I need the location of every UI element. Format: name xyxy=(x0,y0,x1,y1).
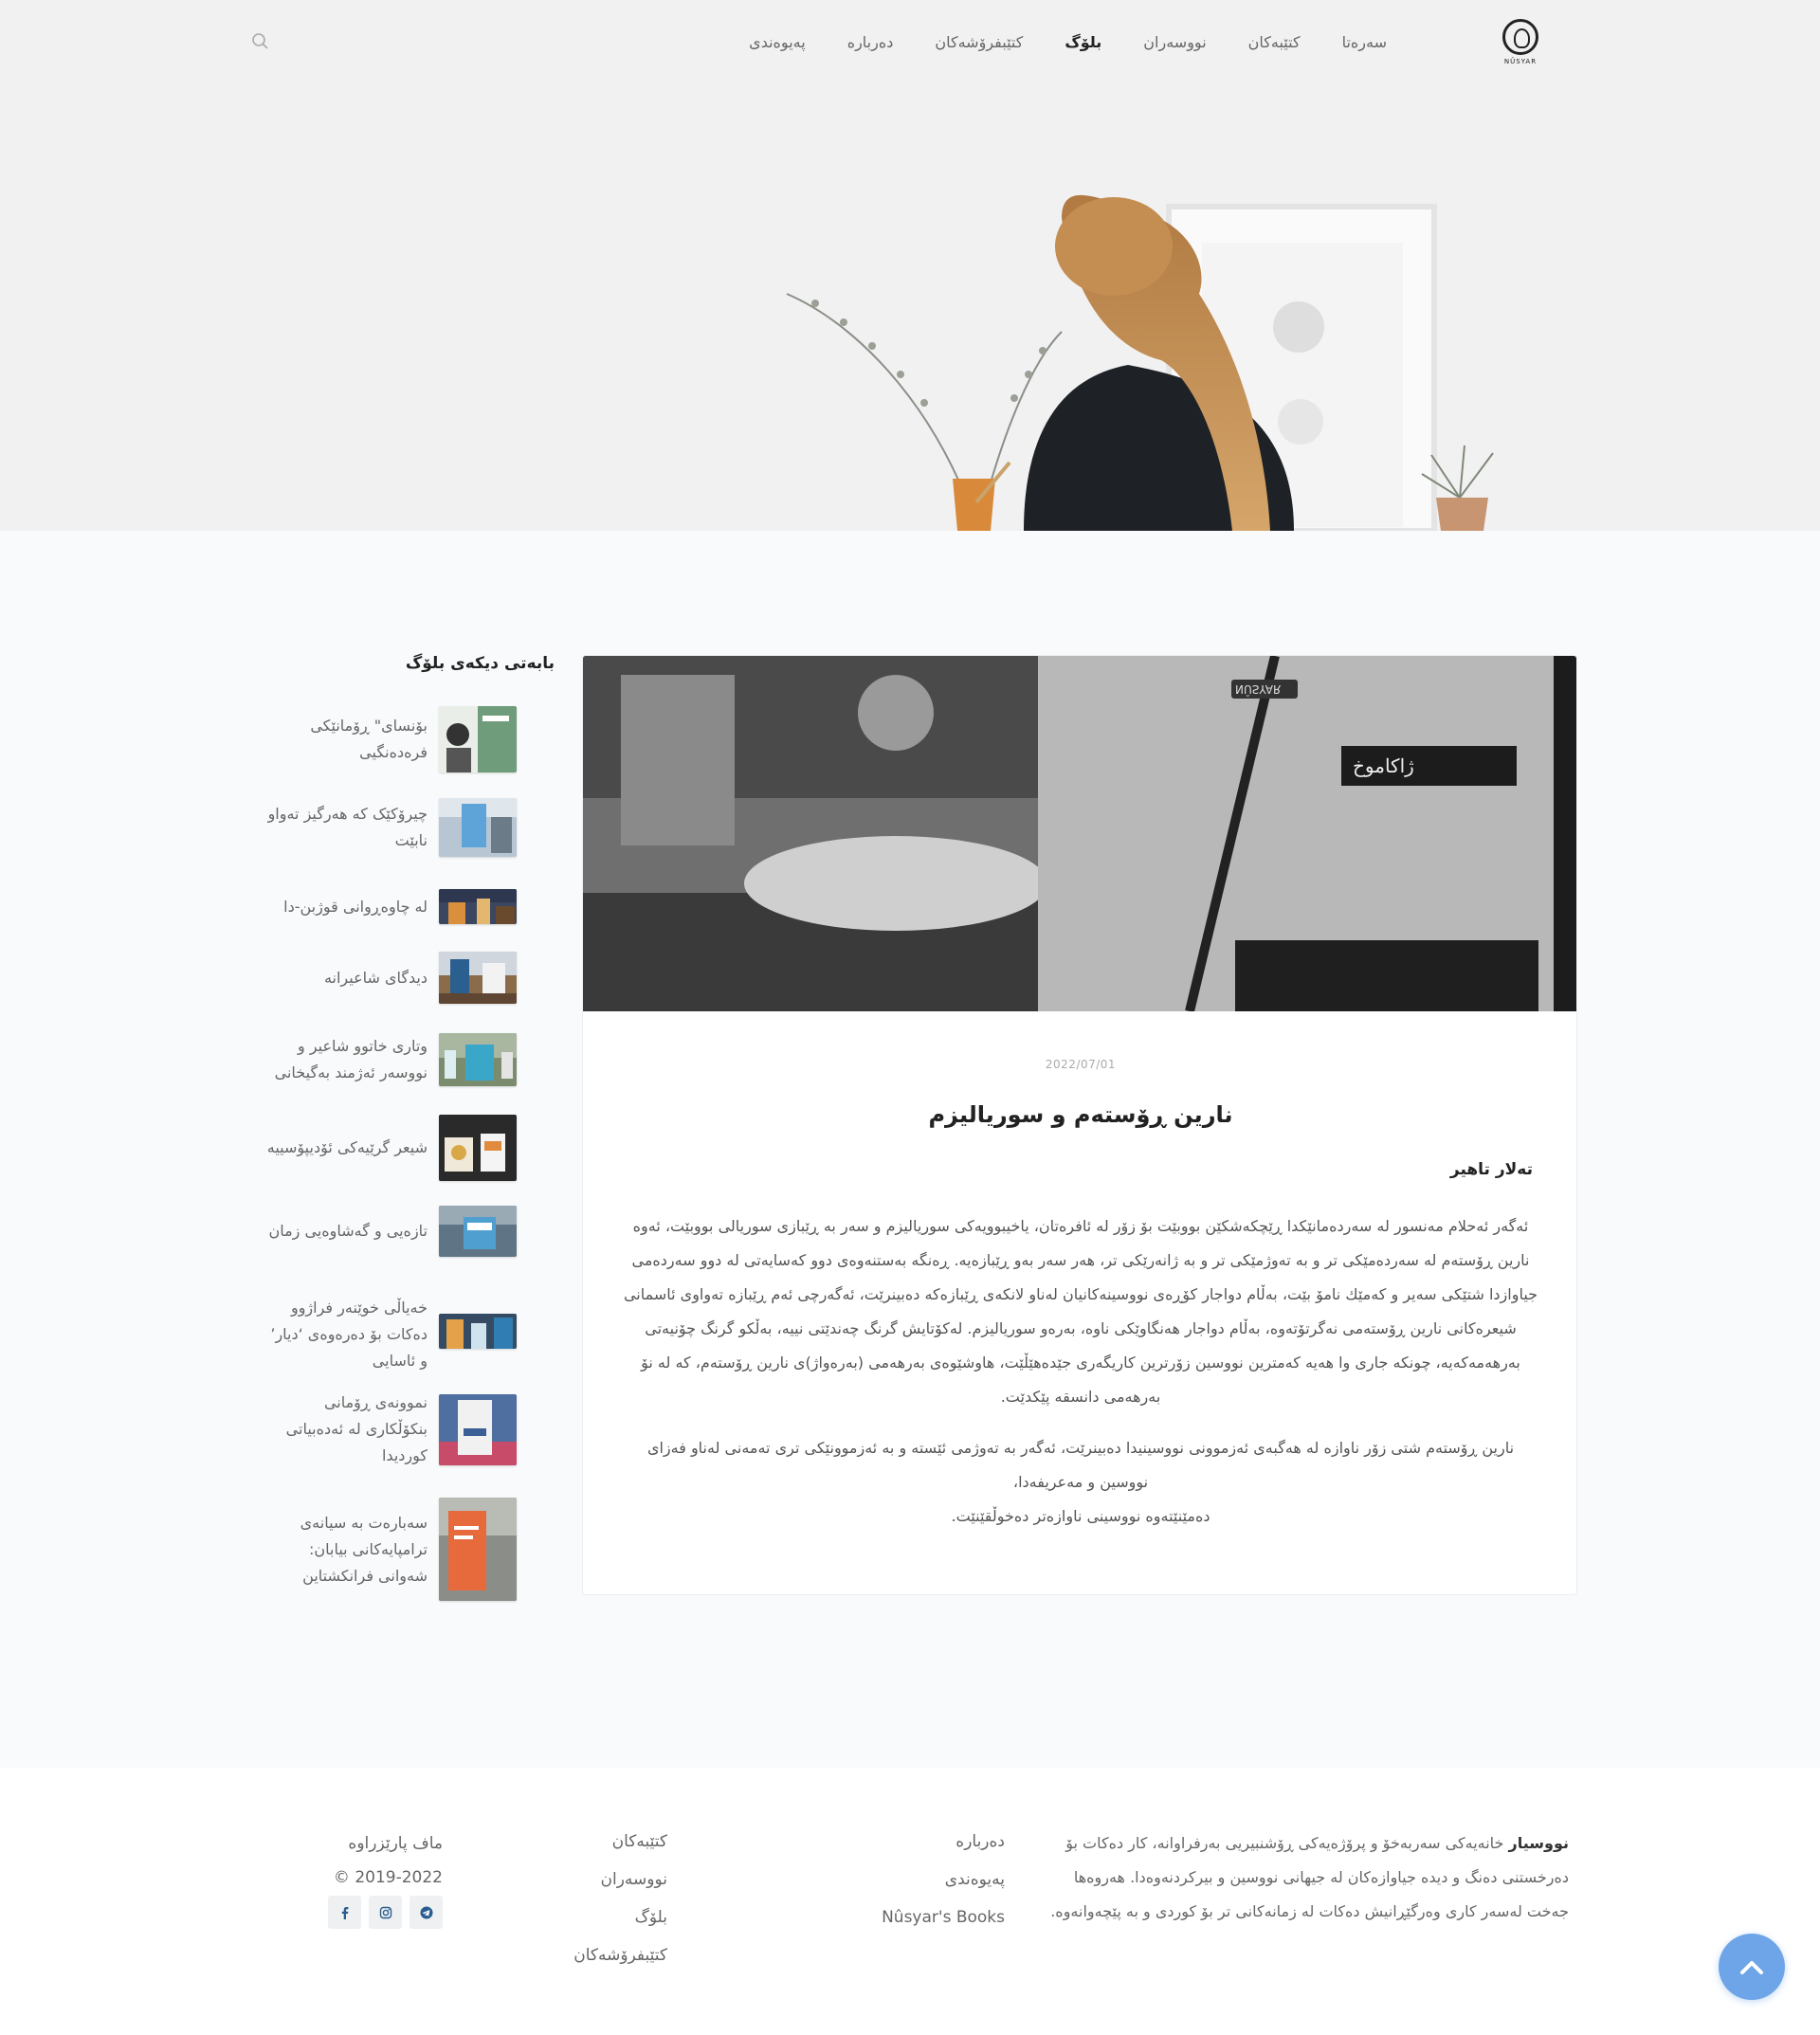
post-thumbnail xyxy=(439,1206,517,1257)
post-author: تەلار تاهیر xyxy=(1449,1160,1533,1179)
site-logo[interactable]: NÛSYAR xyxy=(1498,19,1543,72)
post-thumbnail xyxy=(439,889,517,924)
sidebar-title: بابەتی دیکەی بلۆگ xyxy=(405,654,555,673)
sidebar-post-title: تازەیی و گەشاوەیی زمان xyxy=(268,1222,428,1240)
logo-icon xyxy=(1502,19,1538,55)
blog-sidebar: بابەتی دیکەی بلۆگ بۆنسای" ڕۆمانێکی فرەدە… xyxy=(265,654,555,1601)
sidebar-post-title: بۆنسای" ڕۆمانێکی فرەدەنگیی xyxy=(310,717,428,761)
telegram-button[interactable] xyxy=(410,1896,443,1929)
sidebar-post-title: چیرۆکێک کە هەرگیز تەواو نابێت xyxy=(267,805,428,849)
sidebar-post-title: وتاری خاتوو شاعیر و نووسەر ئەژمند بەگیخا… xyxy=(274,1037,428,1081)
nav-item-bookstores[interactable]: کتێبفرۆشەکان xyxy=(935,33,1023,51)
footer-link-bookstores[interactable]: کتێبفرۆشەکان xyxy=(573,1936,667,1974)
footer-links-info: دەربارە پەیوەندی Nûsyar's Books xyxy=(882,1823,1005,1936)
post-thumbnail xyxy=(439,1498,517,1601)
nav-item-blog[interactable]: بلۆگ xyxy=(1065,33,1101,51)
sidebar-post[interactable]: نموونەی ڕۆمانی بنکۆڵکاری لە ئەدەبیاتی کو… xyxy=(266,1390,555,1469)
telegram-icon xyxy=(420,1906,432,1918)
post-thumbnail xyxy=(439,952,517,1004)
sidebar-post[interactable]: خەیاڵی خوێنەر فراژوو دەکات بۆ دەرەوەی ‘د… xyxy=(266,1287,555,1374)
footer-about: نووسیار خانەیەکی سەربەخۆ و پرۆژەیەکی ڕۆش… xyxy=(1038,1826,1569,1929)
nav-item-authors[interactable]: نووسەران xyxy=(1143,33,1206,51)
post-title: نارین ڕۆستەم و سوریالیزم xyxy=(928,1101,1233,1128)
footer-brand: نووسیار xyxy=(1508,1834,1569,1852)
facebook-button[interactable] xyxy=(328,1896,361,1929)
sidebar-post-title: شیعر گرێیەکی ئۆدیپۆسییە xyxy=(266,1138,428,1156)
post-thumbnail xyxy=(439,798,517,857)
footer-links-site: کتێبەکان نووسەران بلۆگ کتێبفرۆشەکان xyxy=(573,1823,667,1974)
sidebar-post[interactable]: شیعر گرێیەکی ئۆدیپۆسییە xyxy=(266,1115,555,1181)
post-thumbnail xyxy=(439,1313,517,1349)
post-thumbnail xyxy=(439,1115,517,1181)
post-cover-image: NÛSYAR ژاکاموخ xyxy=(583,656,1576,1011)
rights-reserved-text: ماف پارێزراوە xyxy=(348,1834,443,1853)
cover-badge: NÛSYAR xyxy=(1235,682,1282,696)
chevron-up-icon xyxy=(1740,1961,1763,1974)
sidebar-post[interactable]: وتاری خاتوو شاعیر و نووسەر ئەژمند بەگیخا… xyxy=(266,1033,555,1086)
copyright-years: © 2019-2022 xyxy=(333,1868,443,1887)
footer-link-authors[interactable]: نووسەران xyxy=(573,1861,668,1899)
post-thumbnail xyxy=(439,706,517,772)
social-links xyxy=(328,1896,443,1929)
sidebar-post-title: دیدگای شاعیرانە xyxy=(323,968,428,987)
post-paragraph: نارین ڕۆستەم شتی زۆر ناوازە لە هەگبەی ئە… xyxy=(646,1439,1515,1491)
sidebar-post[interactable]: بۆنسای" ڕۆمانێکی فرەدەنگیی xyxy=(266,706,555,772)
nav-item-contact[interactable]: پەیوەندی xyxy=(749,33,806,51)
sidebar-post[interactable]: سەبارەت بە سیانەی ترامپایەکانی بیابان: ش… xyxy=(266,1498,555,1601)
post-thumbnail xyxy=(439,1033,517,1086)
main-nav: سەرەتا کتێبەکان نووسەران بلۆگ کتێبفرۆشەک… xyxy=(749,33,1387,51)
cover-tag: ژاکاموخ xyxy=(1353,754,1414,777)
footer-link-blog[interactable]: بلۆگ xyxy=(573,1899,667,1936)
footer-link-nusyar-books[interactable]: Nûsyar's Books xyxy=(882,1899,1005,1936)
post-paragraph: دەمێنێتەوە نووسینی ناوازەتر دەخوڵقێنێت. xyxy=(951,1507,1210,1525)
site-header: NÛSYAR سەرەتا کتێبەکان نووسەران بلۆگ کتێ… xyxy=(0,0,1820,90)
back-to-top-button[interactable] xyxy=(1719,1934,1785,2000)
instagram-button[interactable] xyxy=(369,1896,402,1929)
footer-link-about[interactable]: دەربارە xyxy=(882,1823,1005,1861)
nav-item-books[interactable]: کتێبەکان xyxy=(1248,33,1301,51)
footer-about-text: خانەیەکی سەربەخۆ و پرۆژەیەکی ڕۆشنبیریی ب… xyxy=(1050,1834,1569,1920)
facebook-icon xyxy=(341,1906,348,1919)
search-icon xyxy=(252,33,268,49)
search-button[interactable] xyxy=(249,30,272,53)
sidebar-post[interactable]: چیرۆکێک کە هەرگیز تەواو نابێت xyxy=(266,798,555,857)
post-card: NÛSYAR ژاکاموخ 2022/07/01 نارین ڕۆستەم و… xyxy=(582,655,1577,1595)
sidebar-post[interactable]: تازەیی و گەشاوەیی زمان xyxy=(266,1206,555,1257)
sidebar-post-title: لە چاوەڕوانی قوژبن-دا xyxy=(283,897,428,916)
site-footer: نووسیار خانەیەکی سەربەخۆ و پرۆژەیەکی ڕۆش… xyxy=(0,1768,1820,2035)
sidebar-post-title: نموونەی ڕۆمانی بنکۆڵکاری لە ئەدەبیاتی کو… xyxy=(285,1393,428,1464)
sidebar-post[interactable]: لە چاوەڕوانی قوژبن-دا xyxy=(266,889,555,924)
nav-item-about[interactable]: دەربارە xyxy=(847,33,894,51)
post-paragraph: ئەگەر ئەحلام مەنسور لە سەردەمانێکدا ڕێچک… xyxy=(623,1217,1538,1406)
footer-link-contact[interactable]: پەیوەندی xyxy=(882,1861,1005,1899)
post-date: 2022/07/01 xyxy=(1045,1058,1117,1071)
nav-item-home[interactable]: سەرەتا xyxy=(1342,33,1387,51)
logo-text: NÛSYAR xyxy=(1503,58,1538,65)
sidebar-post-title: خەیاڵی خوێنەر فراژوو دەکات بۆ دەرەوەی ‘د… xyxy=(270,1299,428,1370)
sidebar-post-title: سەبارەت بە سیانەی ترامپایەکانی بیابان: ش… xyxy=(300,1513,428,1585)
instagram-icon xyxy=(379,1906,391,1918)
sidebar-post[interactable]: دیدگای شاعیرانە xyxy=(266,952,555,1004)
post-body: ئەگەر ئەحلام مەنسور لە سەردەمانێکدا ڕێچک… xyxy=(621,1209,1540,1551)
footer-link-books[interactable]: کتێبەکان xyxy=(573,1823,667,1861)
post-thumbnail xyxy=(439,1393,517,1465)
footer-copyright: ماف پارێزراوە © 2019-2022 xyxy=(334,1826,443,1895)
